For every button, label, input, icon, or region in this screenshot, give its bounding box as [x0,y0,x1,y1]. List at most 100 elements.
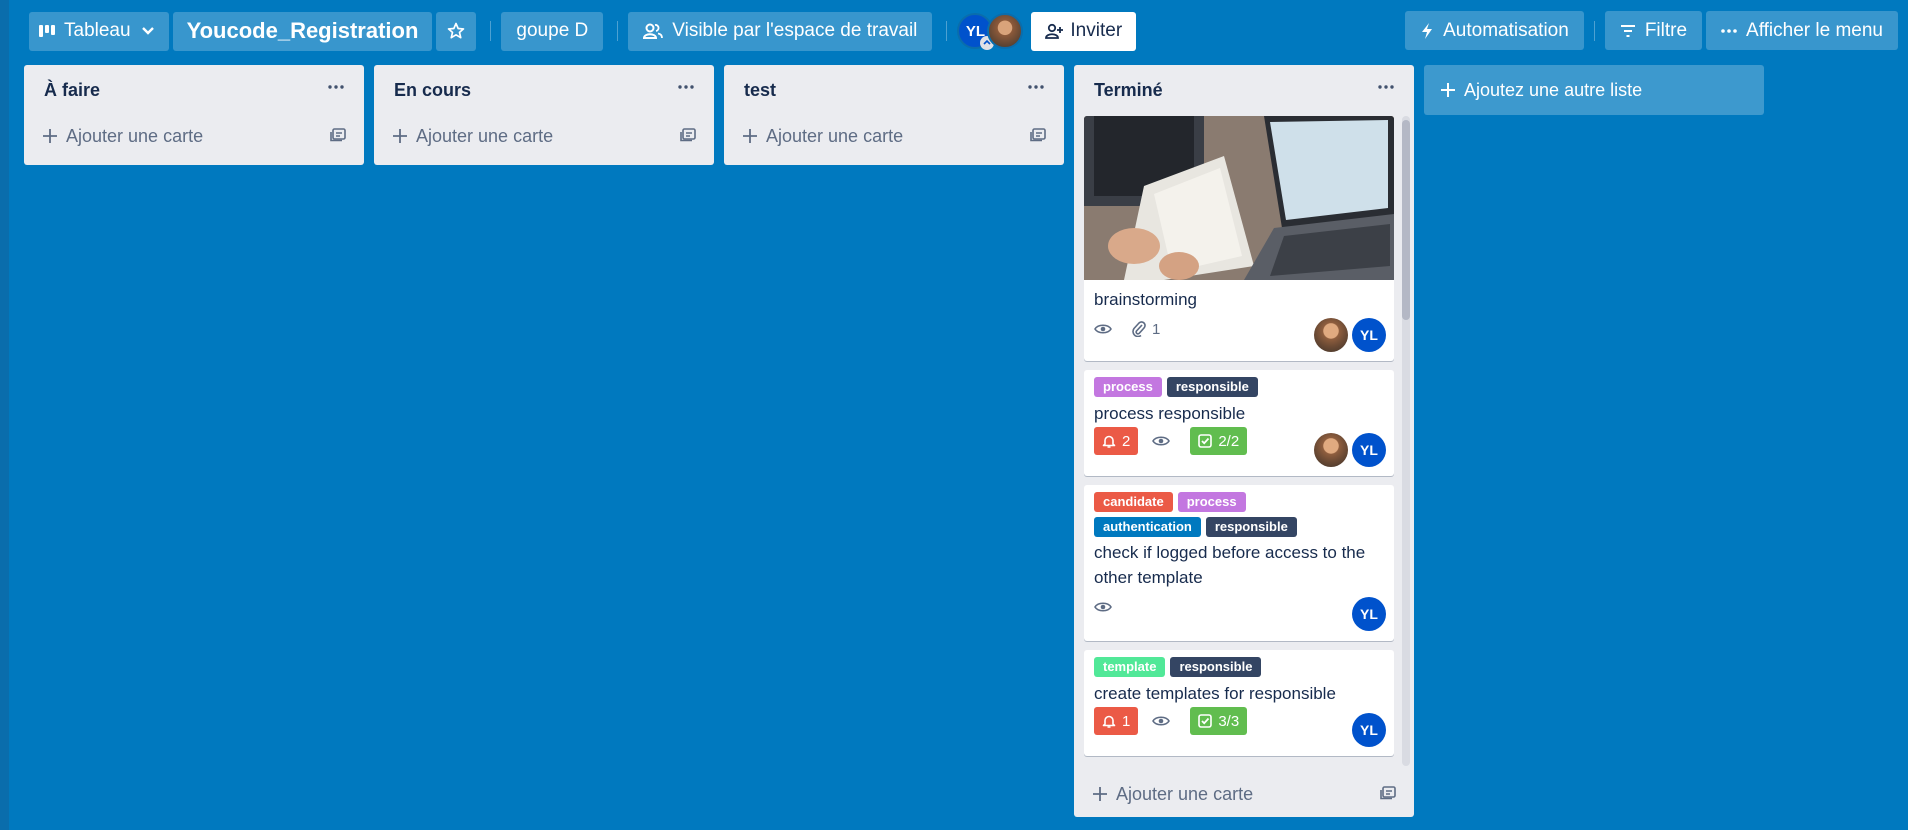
list-menu-icon[interactable] [1024,75,1048,99]
watching-badge [1094,323,1118,335]
plus-icon [1440,82,1456,98]
list-menu-icon[interactable] [324,75,348,99]
visibility-button[interactable]: Visible par l'espace de travail [628,11,933,51]
header-divider [617,21,619,41]
card-process-responsible[interactable]: process responsible process responsible … [1084,370,1394,476]
header-right: Automatisation Filtre Afficher le menu [1405,11,1898,50]
card-members: YL [1310,433,1386,467]
label-responsible: responsible [1166,377,1258,397]
eye-icon [1094,323,1112,335]
list-title[interactable]: test [744,80,776,101]
add-card-label: Ajouter une carte [66,125,204,146]
list-title[interactable]: À faire [44,80,100,101]
chevron-down-icon [141,26,155,36]
star-button[interactable] [436,11,477,51]
watching-badge [1094,601,1118,613]
invite-button[interactable]: Inviter [1031,11,1137,51]
automation-label: Automatisation [1443,19,1569,41]
board-members: YL [957,13,1024,50]
card-labels: process responsible [1084,370,1394,397]
show-menu-button[interactable]: Afficher le menu [1706,11,1898,50]
add-person-icon [1045,23,1064,39]
member-avatar[interactable]: YL [1352,433,1386,467]
add-card-label: Ajouter une carte [416,125,554,146]
add-list-label: Ajoutez une autre liste [1464,79,1643,100]
filter-button[interactable]: Filtre [1604,11,1703,50]
add-card-button[interactable]: Ajouter une carte [384,116,704,156]
invite-label: Inviter [1070,20,1123,41]
card-title: create templates for responsible [1094,684,1336,703]
card-title: brainstorming [1094,290,1197,309]
checklist-count: 3/3 [1218,712,1240,730]
list-en-cours: En cours Ajouter une carte [374,65,714,165]
card-template-icon[interactable] [1380,786,1396,800]
card-badges: 1 3/3 YL [1084,706,1394,747]
add-card-button[interactable]: Ajouter une carte [34,116,354,156]
list-menu-icon[interactable] [1374,75,1398,99]
plus-icon [1092,786,1108,802]
member-avatar[interactable]: YL [1352,713,1386,747]
view-switch-button[interactable]: Tableau [29,11,169,51]
member-avatar-photo[interactable] [1314,433,1348,467]
board-title[interactable]: Youcode_Registration [172,11,433,51]
add-card-label: Ajouter une carte [766,125,904,146]
member-avatar[interactable]: YL [1352,597,1386,631]
eye-icon [1152,715,1171,727]
paperclip-icon [1132,321,1146,337]
list-menu-icon[interactable] [674,75,698,99]
board-left-edge [0,0,9,830]
plus-icon [392,128,408,144]
label-responsible: responsible [1170,657,1262,677]
workspace-button[interactable]: goupe D [501,11,604,51]
member-avatar[interactable]: YL [1352,318,1386,352]
people-icon [643,22,664,40]
automation-button[interactable]: Automatisation [1405,11,1584,50]
card-create-templates[interactable]: template responsible create templates fo… [1084,650,1394,756]
filter-icon [1620,24,1636,38]
due-badge: 1 [1094,707,1139,735]
card-badges: YL [1084,592,1394,631]
list-termine: Terminé brainstorming 1 YL process respo… [1074,65,1414,817]
watching-badge [1152,435,1176,447]
member-avatar-photo[interactable] [1314,318,1348,352]
card-title: process responsible [1094,404,1246,423]
star-icon [446,21,466,41]
card-template-icon[interactable] [330,128,346,142]
checklist-icon [1198,714,1213,728]
checklist-badge: 3/3 [1190,707,1248,735]
card-template-icon[interactable] [680,128,696,142]
list-a-faire: À faire Ajouter une carte [24,65,364,165]
list-header: test [724,65,1064,116]
card-members: YL [1348,713,1386,747]
filter-label: Filtre [1644,19,1688,41]
member-avatar-photo[interactable] [987,13,1024,49]
card-badges: 2 2/2 YL [1084,426,1394,467]
eye-icon [1094,601,1112,613]
header-divider [490,21,492,41]
add-list-button[interactable]: Ajoutez une autre liste [1424,65,1764,115]
card-template-icon[interactable] [1030,128,1046,142]
card-cover-image [1084,116,1394,280]
add-card-button[interactable]: Ajouter une carte [734,116,1054,156]
list-scrollbar[interactable] [1402,116,1410,766]
card-check-logged[interactable]: candidate process authentication respons… [1084,485,1394,641]
scrollbar-thumb[interactable] [1402,120,1410,320]
lightning-icon [1420,22,1434,40]
header-divider [1593,20,1595,41]
label-responsible: responsible [1205,517,1297,537]
view-switch-label: Tableau [64,20,131,41]
bell-icon [1102,434,1116,449]
list-title[interactable]: En cours [394,80,471,101]
label-process: process [1177,492,1246,512]
label-process: process [1094,377,1162,397]
card-title: check if logged before access to the oth… [1094,543,1366,587]
due-count: 2 [1122,432,1131,450]
add-card-button[interactable]: Ajouter une carte [1084,774,1404,814]
attachment-badge: 1 [1132,321,1160,338]
bell-icon [1102,714,1116,729]
checklist-badge: 2/2 [1190,427,1248,455]
checklist-count: 2/2 [1218,432,1240,450]
card-brainstorming[interactable]: brainstorming 1 YL [1084,116,1394,361]
list-title[interactable]: Terminé [1094,80,1163,101]
due-badge: 2 [1094,427,1139,455]
